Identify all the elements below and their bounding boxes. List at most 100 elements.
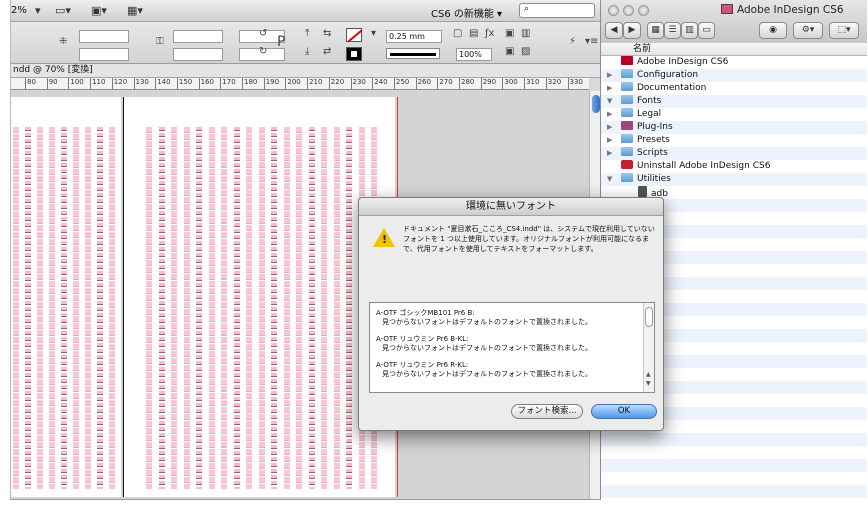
find-font-button[interactable]: フォント検索...	[511, 404, 583, 419]
disclosure-closed-icon[interactable]: ▶	[607, 147, 612, 160]
effects-icon[interactable]: ƒx	[485, 28, 494, 39]
workspace-label: CS6 の新機能	[431, 9, 494, 20]
finder-row[interactable]: Adobe InDesign CS6	[601, 56, 867, 69]
paragraph-icon[interactable]: P	[277, 34, 285, 50]
finder-row-name: Fonts	[637, 96, 662, 106]
text-column	[37, 127, 43, 489]
disclosure-closed-icon[interactable]: ▶	[607, 134, 612, 147]
column-view-button[interactable]: ▥	[681, 22, 698, 39]
name-column-header[interactable]: 名前	[601, 43, 867, 56]
cover-flow-button[interactable]: ▭	[698, 22, 715, 39]
minimize-icon[interactable]	[623, 5, 634, 16]
x-field[interactable]	[79, 30, 129, 43]
align-icon[interactable]: ▣	[505, 28, 514, 39]
quick-apply-icon[interactable]: ⚡	[569, 36, 576, 47]
dialog-message: ドキュメント "夏目漱石_こころ_CS4.indd" は、システムで現在利用して…	[403, 225, 655, 253]
height-field[interactable]	[173, 48, 223, 61]
disclosure-closed-icon[interactable]: ▶	[607, 121, 612, 134]
chevron-down-icon[interactable]: ▾	[371, 28, 376, 39]
ruler-tick-label: 230	[350, 78, 366, 89]
quick-look-button[interactable]: ◉	[759, 22, 787, 39]
scroll-up-icon[interactable]: ▲	[646, 371, 651, 378]
y-field[interactable]	[79, 48, 129, 61]
width-field[interactable]	[173, 30, 223, 43]
zoom-icon[interactable]	[638, 5, 649, 16]
workspace-switcher[interactable]: CS6 の新機能 ▾	[431, 5, 502, 20]
ok-button[interactable]: OK	[591, 404, 657, 419]
list-view-button[interactable]: ☰	[664, 22, 681, 39]
document-tab[interactable]: ndd @ 70% [変換]	[11, 64, 601, 78]
ruler-tick-label: 120	[111, 78, 128, 89]
stroke-weight-field[interactable]: 0.25 mm	[386, 30, 442, 43]
ruler-tick-label: 290	[480, 78, 497, 89]
rotate-ccw-icon[interactable]: ↺	[259, 28, 267, 39]
missing-font-item: A-OTF リュウミン Pr6 R-KL: 見つからないフォントはデフォルトのフォ…	[376, 361, 654, 379]
panel-menu-icon[interactable]: ▾≡	[585, 36, 598, 47]
wrap-around-icon[interactable]: ▧	[521, 46, 530, 57]
dropbox-button[interactable]: ⬚▾	[829, 22, 859, 39]
disclosure-closed-icon[interactable]: ▶	[607, 69, 612, 82]
text-column	[25, 127, 31, 489]
ruler-tick-label: 100	[68, 78, 84, 89]
flip-icon[interactable]: ↻	[259, 46, 267, 57]
disclosure-closed-icon[interactable]: ▶	[607, 108, 612, 121]
opacity-field[interactable]: 100%	[456, 48, 492, 61]
ruler-tick-label: 90	[46, 78, 58, 89]
link-icon[interactable]: ⚿	[156, 36, 164, 47]
scroll-down-icon[interactable]: ▼	[646, 380, 651, 387]
forward-button[interactable]: ▶	[623, 22, 641, 39]
disclosure-open-icon[interactable]: ▼	[607, 95, 612, 108]
finder-row[interactable]: ▶ Plug-Ins	[601, 121, 867, 134]
select-container-icon[interactable]: ⤒	[305, 28, 309, 39]
finder-row[interactable]: ▶ Documentation	[601, 82, 867, 95]
folder-icon	[721, 4, 733, 14]
view-options-icon[interactable]: ▭▾	[55, 4, 71, 17]
distribute-icon[interactable]: ▣	[505, 46, 514, 57]
disclosure-open-icon[interactable]: ▼	[607, 173, 612, 186]
previous-object-icon[interactable]: ⇆	[323, 28, 331, 39]
stroke-swatch[interactable]	[346, 47, 362, 61]
ruler-tick-label: 170	[220, 78, 236, 89]
text-column	[196, 127, 202, 489]
reference-point-icon[interactable]: ⁜	[59, 36, 67, 47]
finder-row[interactable]: ▶ Configuration	[601, 69, 867, 82]
action-menu-button[interactable]: ⚙▾	[793, 22, 823, 39]
back-button[interactable]: ◀	[605, 22, 623, 39]
arrange-documents-icon[interactable]: ▦▾	[127, 4, 143, 17]
text-column	[258, 127, 265, 489]
next-object-icon[interactable]: ⇄	[323, 46, 331, 57]
finder-row[interactable]: ▶ Presets	[601, 134, 867, 147]
missing-font-item: A-OTF ゴシックMB101 Pr6 B: 見つからないフォントはデフォルトのフ…	[376, 309, 654, 327]
icon-view-button[interactable]: ▦	[647, 22, 664, 39]
finder-row[interactable]: ▼ Fonts	[601, 95, 867, 108]
fill-swatch[interactable]	[346, 28, 362, 42]
frame-icon[interactable]: ▢	[453, 28, 462, 39]
folder-icon	[621, 173, 633, 182]
finder-row[interactable]: ▶ Scripts	[601, 147, 867, 160]
stroke-type-dropdown[interactable]	[386, 48, 440, 59]
list-scrollbar[interactable]: ▲ ▼	[643, 303, 654, 392]
missing-font-name: A-OTF リュウミン Pr6 R-KL:	[376, 361, 469, 369]
text-column	[49, 127, 55, 489]
wrap-icon[interactable]: ▥	[521, 28, 530, 39]
finder-row[interactable]: Uninstall Adobe InDesign CS6	[601, 160, 867, 173]
text-column	[271, 127, 277, 489]
zoom-level-dropdown[interactable]: 2%	[11, 5, 27, 16]
scroll-thumb[interactable]	[645, 307, 653, 327]
disclosure-closed-icon[interactable]: ▶	[607, 82, 612, 95]
missing-fonts-list[interactable]: A-OTF ゴシックMB101 Pr6 B: 見つからないフォントはデフォルトのフ…	[369, 302, 655, 393]
scroll-thumb[interactable]	[592, 95, 600, 113]
finder-row[interactable]: ▼ Utilities	[601, 173, 867, 186]
horizontal-ruler[interactable]: 80 90 100 110 120 130 140 150 160 170 180 190 200 210…	[11, 78, 589, 90]
finder-row[interactable]: ▶ Legal	[601, 108, 867, 121]
chevron-down-icon[interactable]: ▾	[35, 4, 41, 17]
ruler-tick-label: 320	[545, 78, 562, 89]
search-input[interactable]: ⌕	[519, 3, 595, 18]
screen-mode-icon[interactable]: ▣▾	[91, 4, 107, 17]
close-icon[interactable]	[608, 5, 619, 16]
drop-shadow-icon[interactable]: ▤	[469, 28, 478, 39]
missing-font-name: A-OTF リュウミン Pr6 B-KL:	[376, 335, 469, 343]
select-content-icon[interactable]: ⤓	[305, 46, 309, 57]
text-columns-left	[11, 127, 121, 489]
ruler-tick-label: 220	[328, 78, 345, 89]
